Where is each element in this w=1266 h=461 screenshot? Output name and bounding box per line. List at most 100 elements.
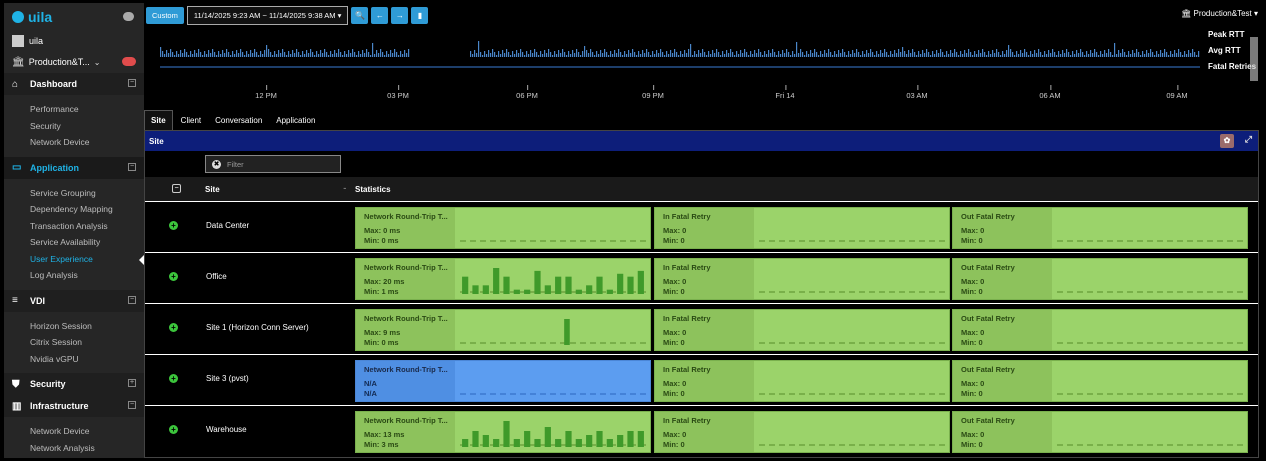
collapse-icon[interactable]: + <box>128 379 136 387</box>
in-fatal-retry-cell[interactable]: In Fatal Retry Max: 0 Min: 0 <box>654 258 950 300</box>
sidebar-item-network-device[interactable]: Network Device <box>4 423 144 440</box>
table-row[interactable]: + Site 1 (Horizon Conn Server) Network Rou… <box>145 303 1258 354</box>
timeline-spike <box>606 52 608 57</box>
sparkline-bar <box>493 439 500 447</box>
in-fatal-retry-cell[interactable]: In Fatal Retry Max: 0 Min: 0 <box>654 207 950 249</box>
in-fatal-retry-cell[interactable]: In Fatal Retry Max: 0 Min: 0 <box>654 309 950 351</box>
expand-row-icon[interactable]: + <box>169 425 178 434</box>
column-site[interactable]: Site <box>205 185 220 194</box>
out-fatal-retry-cell[interactable]: Out Fatal Retry Max: 0 Min: 0 <box>952 411 1248 453</box>
table-row[interactable]: + Site 3 (pvst) Network Round-Trip T... N/A… <box>145 354 1258 405</box>
rtt-cell[interactable]: Network Round-Trip T... Max: 0 ms Min: 0 m… <box>355 207 651 249</box>
site-name[interactable]: Data Center <box>206 221 249 230</box>
site-name[interactable]: Office <box>206 272 227 281</box>
org-selector[interactable]: 🏛 Production&T... ⌄ <box>4 51 144 73</box>
site-name[interactable]: Warehouse <box>206 425 247 434</box>
time-range-input[interactable]: 11/14/2025 9:23 AM ~ 11/14/2025 9:38 AM … <box>186 5 349 25</box>
timeline-spike <box>710 54 712 57</box>
sidebar-item-citrix-session[interactable]: Citrix Session <box>4 334 144 351</box>
timeline-spike <box>594 55 596 57</box>
timeline-spike <box>1048 50 1050 57</box>
collapse-icon[interactable]: − <box>128 79 136 87</box>
nav-section-security[interactable]: ⛊ Security + <box>4 373 144 395</box>
tab-application[interactable]: Application <box>270 111 321 130</box>
expand-row-icon[interactable]: + <box>169 323 178 332</box>
table-row[interactable]: + Office Network Round-Trip T... Max: 20 ms… <box>145 252 1258 303</box>
site-name[interactable]: Site 1 (Horizon Conn Server) <box>206 323 309 332</box>
org-dropdown[interactable]: 🏛 Production&Test ▾ <box>1181 9 1258 18</box>
sidebar-item-performance[interactable]: Performance <box>4 101 144 118</box>
in-fatal-retry-cell[interactable]: In Fatal Retry Max: 0 Min: 0 <box>654 411 950 453</box>
rtt-cell[interactable]: Network Round-Trip T... Max: 9 ms Min: 0 m… <box>355 309 651 351</box>
out-fatal-retry-cell[interactable]: Out Fatal Retry Max: 0 Min: 0 <box>952 207 1248 249</box>
back-arrow-icon[interactable]: ← <box>371 6 389 24</box>
table-row[interactable]: + Warehouse Network Round-Trip T... Max: 13… <box>145 405 1258 456</box>
table-row[interactable]: + Data Center Network Round-Trip T... Max: … <box>145 201 1258 252</box>
sidebar-item-service-availability[interactable]: Service Availability <box>4 234 144 251</box>
tab-conversation[interactable]: Conversation <box>209 111 268 130</box>
collapse-all-icon[interactable]: − <box>172 184 181 193</box>
timeline-spike <box>626 54 628 57</box>
timeline-spike <box>664 55 666 57</box>
forward-arrow-icon[interactable]: → <box>391 6 409 24</box>
timeline-handle[interactable] <box>1250 37 1258 81</box>
collapse-icon[interactable]: − <box>128 162 136 171</box>
timeline-spike <box>860 55 862 57</box>
chat-icon[interactable] <box>123 12 134 21</box>
rtt-cell[interactable]: Network Round-Trip T... Max: 20 ms Min: 1 … <box>355 258 651 300</box>
sidebar-item-nvidia-vgpu[interactable]: Nvidia vGPU <box>4 351 144 368</box>
timeline-spike <box>350 53 352 57</box>
sidebar-item-transaction-analysis[interactable]: Transaction Analysis <box>4 218 144 235</box>
sidebar-item-network-analysis[interactable]: Network Analysis <box>4 440 144 457</box>
nav-section-dashboard[interactable]: ⌂ Dashboard − <box>4 73 144 95</box>
sidebar-item-log-analysis[interactable]: Log Analysis <box>4 267 144 284</box>
cell-min: N/A <box>364 389 377 398</box>
timeline[interactable]: Peak RTT Avg RTT Fatal Retries 12 PM 03 P… <box>144 27 1262 105</box>
app-frame: uila uila 🏛 Production&T... ⌄ ⌂ Dashboard… <box>4 3 1262 458</box>
sort-icon[interactable]: ⁃ <box>343 185 347 193</box>
timeline-spike <box>260 51 262 57</box>
gear-icon[interactable]: ✿ <box>1220 134 1234 148</box>
bookmark-icon[interactable]: ▮ <box>411 6 429 24</box>
timeline-spike <box>254 49 256 57</box>
out-fatal-retry-cell[interactable]: Out Fatal Retry Max: 0 Min: 0 <box>952 309 1248 351</box>
in-fatal-retry-cell[interactable]: In Fatal Retry Max: 0 Min: 0 <box>654 360 950 402</box>
expand-row-icon[interactable]: + <box>169 272 178 281</box>
sidebar-item-horizon-session[interactable]: Horizon Session <box>4 318 144 335</box>
timeline-spike <box>862 51 864 57</box>
expand-row-icon[interactable]: + <box>169 374 178 383</box>
custom-button[interactable]: Custom <box>146 6 184 24</box>
zoom-icon[interactable]: 🔍 <box>351 6 369 24</box>
toggle-icon[interactable] <box>122 57 136 66</box>
nav-section-vdi[interactable]: ≡ VDI − <box>4 289 144 312</box>
sparkline-bar <box>564 319 570 345</box>
cell-min: Min: 1 ms <box>364 287 399 296</box>
timeline-spike <box>766 54 768 57</box>
tab-client[interactable]: Client <box>175 111 207 130</box>
rtt-cell[interactable]: Network Round-Trip T... Max: 13 ms Min: 3 … <box>355 411 651 453</box>
out-fatal-retry-cell[interactable]: Out Fatal Retry Max: 0 Min: 0 <box>952 258 1248 300</box>
collapse-icon[interactable]: − <box>128 401 136 409</box>
tab-site[interactable]: Site <box>144 110 173 130</box>
timeline-spike <box>596 51 598 57</box>
user-row[interactable]: uila <box>4 31 144 51</box>
sidebar-item-user-experience[interactable]: User Experience <box>4 251 144 268</box>
sidebar-item-security[interactable]: Security <box>4 118 144 135</box>
cell-min: Min: 0 <box>663 338 685 347</box>
sidebar-item-dependency-mapping[interactable]: Dependency Mapping <box>4 201 144 218</box>
nav-section-infrastructure[interactable]: ▥ Infrastructure − <box>4 395 144 417</box>
sidebar-item-network-device[interactable]: Network Device <box>4 134 144 151</box>
nav-section-application[interactable]: ▭ Application − <box>4 156 144 179</box>
timeline-spike <box>824 50 826 57</box>
out-fatal-retry-cell[interactable]: Out Fatal Retry Max: 0 Min: 0 <box>952 360 1248 402</box>
filter-input[interactable]: ✖ Filter <box>205 155 341 173</box>
timeline-spike <box>580 55 582 57</box>
expand-row-icon[interactable]: + <box>169 221 178 230</box>
collapse-icon[interactable]: − <box>128 295 136 304</box>
expand-icon[interactable]: ⤢ <box>1245 134 1252 145</box>
sidebar-item-service-grouping[interactable]: Service Grouping <box>4 185 144 202</box>
timeline-spike <box>798 53 800 57</box>
rtt-cell[interactable]: Network Round-Trip T... N/A N/A <box>355 360 651 402</box>
site-name[interactable]: Site 3 (pvst) <box>206 374 249 383</box>
timeline-spike <box>1140 55 1142 57</box>
